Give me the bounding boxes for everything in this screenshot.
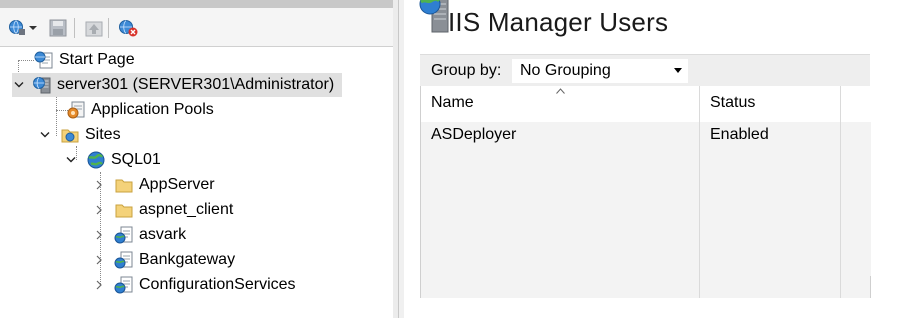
page-title: IIS Manager Users <box>448 6 669 37</box>
tree-item-application-pools[interactable]: Application Pools <box>66 98 214 122</box>
table-edge <box>870 276 871 298</box>
toolbar-separator <box>108 18 109 38</box>
tree-item-label: SQL01 <box>111 151 161 168</box>
tree-item-site[interactable]: SQL01 <box>64 148 161 172</box>
expand-icon[interactable] <box>92 178 106 192</box>
tree-item-child[interactable]: ConfigurationServices <box>92 273 296 297</box>
sort-ascending-icon <box>556 88 565 94</box>
save-icon[interactable] <box>46 16 70 40</box>
expand-icon[interactable] <box>92 253 106 267</box>
toolbar-separator <box>74 18 75 38</box>
tree-item-child[interactable]: Bankgateway <box>92 248 235 272</box>
group-by-label: Group by: <box>431 62 502 79</box>
cell-status: Enabled <box>710 126 769 143</box>
application-icon <box>114 225 134 245</box>
expand-icon[interactable] <box>92 228 106 242</box>
collapse-icon[interactable] <box>12 78 26 92</box>
tree-item-start-page[interactable]: Start Page <box>20 48 135 72</box>
server-icon <box>32 75 52 95</box>
tree-item-server[interactable]: server301 (SERVER301\Administrator) <box>12 73 342 97</box>
expand-icon[interactable] <box>92 203 106 217</box>
connections-pane: Start Page server301 (SERVER301\Administ… <box>0 0 398 318</box>
feature-pane: IIS Manager Users Group by: No Grouping … <box>404 0 898 318</box>
table-body <box>421 122 871 298</box>
column-divider[interactable] <box>840 86 841 298</box>
tree-item-child[interactable]: aspnet_client <box>92 198 233 222</box>
expand-icon[interactable] <box>92 278 106 292</box>
tree-item-label: ConfigurationServices <box>139 276 296 293</box>
collapse-icon[interactable] <box>64 153 78 167</box>
tree-item-child[interactable]: asvark <box>92 223 186 247</box>
tree-item-label: aspnet_client <box>139 201 234 218</box>
connect-dropdown-arrow[interactable] <box>28 16 38 40</box>
tree-item-sites[interactable]: Sites <box>38 123 121 147</box>
globe-icon <box>86 150 106 170</box>
collapse-icon[interactable] <box>38 128 52 142</box>
application-pools-icon <box>66 100 86 120</box>
cell-name: ASDeployer <box>431 126 517 143</box>
group-by-value: No Grouping <box>520 62 611 79</box>
tree-item-label: AppServer <box>139 176 215 193</box>
connections-tree: Start Page server301 (SERVER301\Administ… <box>0 46 393 318</box>
connections-toolbar <box>0 8 393 47</box>
column-divider[interactable] <box>699 86 700 298</box>
tree-item-label: Start Page <box>59 51 135 68</box>
group-by-bar: Group by: No Grouping <box>420 54 870 87</box>
disconnect-icon[interactable] <box>116 16 140 40</box>
tree-item-child[interactable]: AppServer <box>92 173 215 197</box>
tree-item-label: server301 (SERVER301\Administrator) <box>57 76 335 93</box>
chevron-down-icon <box>674 68 682 73</box>
tree-item-label: Sites <box>85 126 121 143</box>
tree-item-label: asvark <box>139 226 187 243</box>
column-header-status[interactable]: Status <box>710 94 755 112</box>
tree-item-label: Application Pools <box>91 101 214 118</box>
up-icon[interactable] <box>82 16 106 40</box>
sites-folder-icon <box>60 125 80 145</box>
application-icon <box>114 250 134 270</box>
start-page-icon <box>34 50 54 70</box>
page-header: IIS Manager Users <box>418 0 668 44</box>
folder-icon <box>114 200 134 220</box>
iis-manager-users-icon <box>418 0 452 41</box>
group-by-select[interactable]: No Grouping <box>512 59 688 83</box>
tree-item-label: Bankgateway <box>139 251 236 268</box>
pane-top-border <box>0 0 393 8</box>
column-header-name[interactable]: Name <box>431 94 474 112</box>
application-icon <box>114 275 134 295</box>
folder-icon <box>114 175 134 195</box>
users-table: Name Status ASDeployer Enabled <box>420 86 871 298</box>
connect-icon[interactable] <box>6 16 30 40</box>
